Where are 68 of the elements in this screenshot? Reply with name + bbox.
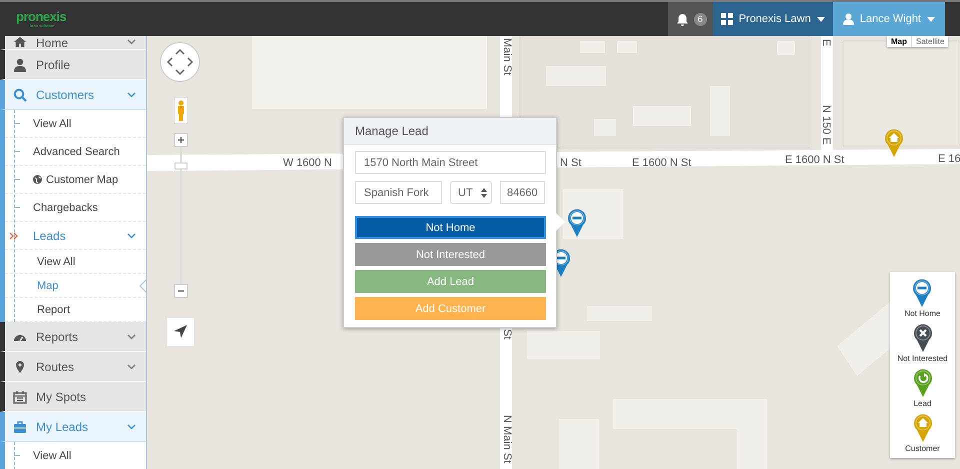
map-type-tab[interactable]: Satellite: [911, 36, 948, 47]
sidebar-subitem[interactable]: Leads: [5, 222, 146, 250]
notification-badge: 6: [694, 12, 707, 26]
logo-text: pronexis: [16, 10, 66, 23]
map-pin-icon: [912, 413, 934, 443]
legend-label: Not Interested: [897, 353, 948, 364]
zip-field[interactable]: 84660: [500, 181, 545, 204]
sidebar-item[interactable]: Profile: [0, 50, 146, 80]
road-label: W 1600 N: [283, 157, 332, 169]
sidebar-subitem[interactable]: Chargebacks: [5, 194, 146, 222]
double-chevron-icon: [10, 232, 18, 240]
map-pin-icon: [912, 323, 934, 353]
state-select[interactable]: UT: [450, 181, 492, 204]
chevron-icon: [127, 424, 136, 430]
road-label: N St: [560, 157, 582, 169]
road-label: E: [820, 39, 832, 46]
sidebar-item[interactable]: My Spots: [0, 382, 146, 412]
bell-icon: [676, 12, 689, 26]
chevron-icon: [127, 334, 136, 340]
map-type-tab[interactable]: Map: [887, 36, 911, 47]
legend-label: Not Home: [904, 308, 940, 319]
house-icon: [13, 36, 27, 48]
sidebar-subitem[interactable]: View All: [5, 250, 146, 274]
sidebar-item[interactable]: Home: [0, 36, 146, 50]
road-label: N 150 E: [820, 105, 832, 145]
road-label: E 16: [938, 153, 960, 165]
legend-label: Lead: [914, 398, 932, 409]
road-label: St: [501, 329, 513, 340]
user-icon: [842, 13, 854, 25]
grid-icon: [720, 13, 733, 25]
map-pin-icon[interactable]: [567, 208, 587, 238]
pin-icon: [13, 360, 27, 374]
road-label: E 1600 N St: [785, 154, 844, 166]
chevron-icon: [127, 232, 136, 238]
address-field[interactable]: 1570 North Main Street: [355, 151, 546, 174]
calendar-icon: [13, 390, 27, 404]
road-label: N Main St: [501, 415, 513, 464]
notifications-button[interactable]: 6: [668, 2, 713, 36]
zoom-slider-icon[interactable]: [174, 133, 188, 298]
chevron-icon: [127, 364, 136, 370]
city-field[interactable]: Spanish Fork: [355, 181, 442, 204]
sidebar-subitem[interactable]: Advanced Search: [5, 138, 146, 166]
status-button[interactable]: Not Home: [355, 216, 546, 239]
popup-title: Manage Lead: [344, 118, 556, 145]
sidebar-subitem[interactable]: Customer Map: [5, 166, 146, 194]
sidebar-subitem[interactable]: View All: [5, 110, 146, 138]
map-pin-icon[interactable]: [884, 128, 904, 158]
building: [563, 189, 623, 239]
map-pin-icon: [912, 368, 934, 398]
caret-icon: [816, 16, 825, 22]
chevron-icon: [127, 92, 136, 98]
caret-icon: [927, 16, 935, 22]
sort-arrows-icon: [481, 188, 487, 198]
map-pin-icon: [911, 278, 934, 308]
sidebar-item[interactable]: Customers: [0, 80, 146, 110]
sidebar-item[interactable]: Routes: [0, 352, 146, 382]
briefcase-icon: [13, 420, 27, 434]
sidebar-item[interactable]: My Leads: [0, 412, 146, 442]
company-menu[interactable]: Pronexis Lawn: [712, 2, 833, 36]
search-icon: [13, 88, 27, 102]
sidebar-item[interactable]: Reports: [0, 322, 146, 352]
pan-control-icon[interactable]: [160, 42, 200, 82]
road-label: E 1600 N St: [632, 157, 692, 169]
globe-icon: [33, 175, 42, 184]
legend-label: Customer: [905, 443, 940, 454]
road-label: Main St: [501, 38, 513, 76]
person-icon: [13, 58, 27, 72]
sidebar-subitem[interactable]: View All: [5, 442, 146, 469]
